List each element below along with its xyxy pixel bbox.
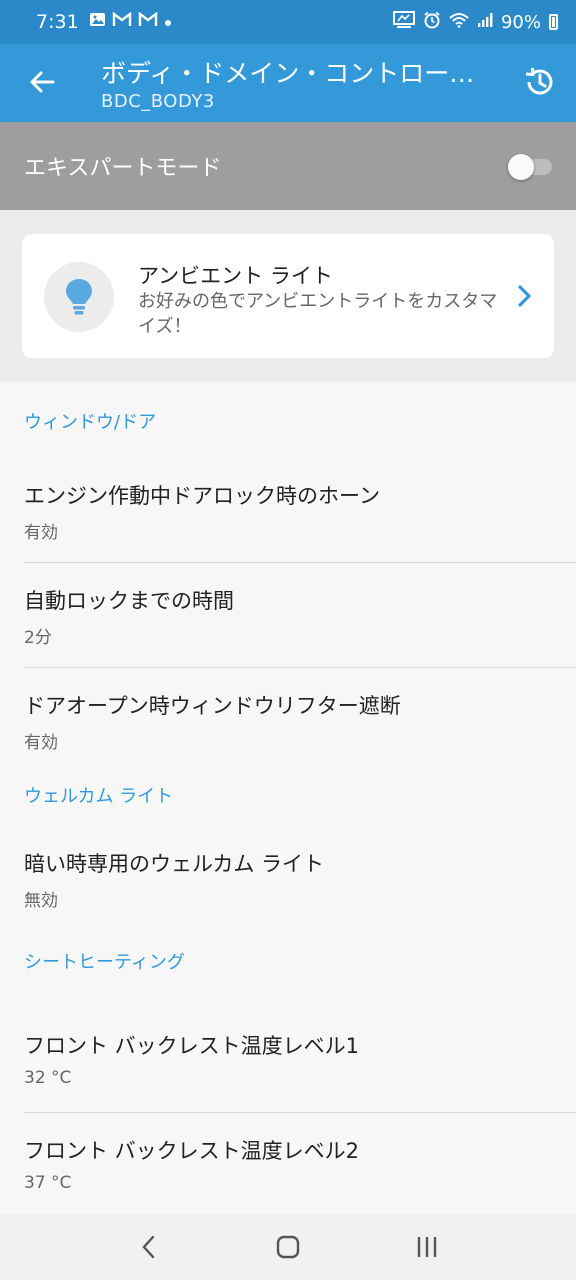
item-value: 無効 <box>24 891 58 911</box>
gmail-icon <box>112 11 132 32</box>
list-item[interactable]: フロント バックレスト温度レベル2 37 °C <box>0 1113 576 1217</box>
nav-home-button[interactable] <box>268 1227 308 1267</box>
arrow-left-icon <box>30 71 55 93</box>
system-nav-bar <box>0 1214 576 1280</box>
toggle-thumb <box>508 154 534 180</box>
history-button[interactable] <box>518 60 562 104</box>
nav-back-button[interactable] <box>129 1227 169 1267</box>
list-item[interactable]: エンジン作動中ドアロック時のホーン 有効 <box>0 458 576 562</box>
expert-mode-row: エキスパートモード <box>0 122 576 210</box>
list-item[interactable]: フロント バックレスト温度レベル1 32 °C <box>0 1008 576 1112</box>
settings-list: ウィンドウ/ドア エンジン作動中ドアロック時のホーン 有効 自動ロックまでの時間… <box>0 382 576 1217</box>
back-button[interactable] <box>22 62 62 102</box>
dot-icon <box>164 12 172 32</box>
list-item[interactable]: 自動ロックまでの時間 2分 <box>0 563 576 667</box>
alarm-icon <box>423 11 441 34</box>
notification-icons <box>89 11 172 32</box>
wifi-icon <box>449 12 469 33</box>
image-icon <box>89 12 106 32</box>
item-label: エンジン作動中ドアロック時のホーン <box>24 484 380 508</box>
recents-icon <box>417 1237 436 1257</box>
item-value: 有効 <box>24 733 58 753</box>
gmail-icon <box>138 11 158 32</box>
item-value: 有効 <box>24 523 58 543</box>
chevron-left-icon <box>142 1235 155 1259</box>
page-subtitle: BDC_BODY3 <box>101 91 215 112</box>
page-title: ボディ・ドメイン・コントロー… <box>101 59 475 88</box>
item-value: 32 °C <box>24 1068 72 1088</box>
cast-icon <box>392 10 415 34</box>
battery-percent: 90% <box>500 11 541 33</box>
app-bar: ボディ・ドメイン・コントロー… BDC_BODY3 <box>0 44 576 122</box>
system-icons: 90% <box>392 10 558 34</box>
item-label: ドアオープン時ウィンドウリフター遮断 <box>24 694 401 718</box>
expert-mode-toggle[interactable] <box>508 153 552 180</box>
nav-recents-button[interactable] <box>407 1227 447 1267</box>
list-item[interactable]: ドアオープン時ウィンドウリフター遮断 有効 <box>0 668 576 772</box>
chevron-right-icon <box>514 284 534 308</box>
item-label: フロント バックレスト温度レベル1 <box>24 1034 360 1058</box>
section-header-window-door: ウィンドウ/ドア <box>24 412 157 433</box>
item-value: 2分 <box>24 628 52 648</box>
item-label: 自動ロックまでの時間 <box>24 589 234 613</box>
home-icon <box>276 1235 300 1259</box>
status-bar: 7:31 90% <box>0 0 576 44</box>
ambient-light-card[interactable]: アンビエント ライト お好みの色でアンビエントライトをカスタマイズ！ <box>22 234 554 358</box>
section-header-seat-heating: シートヒーティング <box>24 952 185 973</box>
card-description: お好みの色でアンビエントライトをカスタマイズ！ <box>138 291 498 337</box>
item-value: 37 °C <box>24 1173 72 1193</box>
signal-icon <box>477 12 493 33</box>
section-header-welcome-light: ウェルカム ライト <box>24 786 174 807</box>
item-label: フロント バックレスト温度レベル2 <box>24 1139 360 1163</box>
lightbulb-icon <box>44 262 114 332</box>
banner-area: アンビエント ライト お好みの色でアンビエントライトをカスタマイズ！ <box>0 210 576 382</box>
expert-mode-label: エキスパートモード <box>24 156 222 181</box>
card-title: アンビエント ライト <box>138 264 333 288</box>
item-label: 暗い時専用のウェルカム ライト <box>24 852 325 876</box>
list-item[interactable]: 暗い時専用のウェルカム ライト 無効 <box>0 832 576 948</box>
battery-icon <box>549 14 558 30</box>
history-icon <box>525 67 553 95</box>
status-time: 7:31 <box>36 11 79 33</box>
